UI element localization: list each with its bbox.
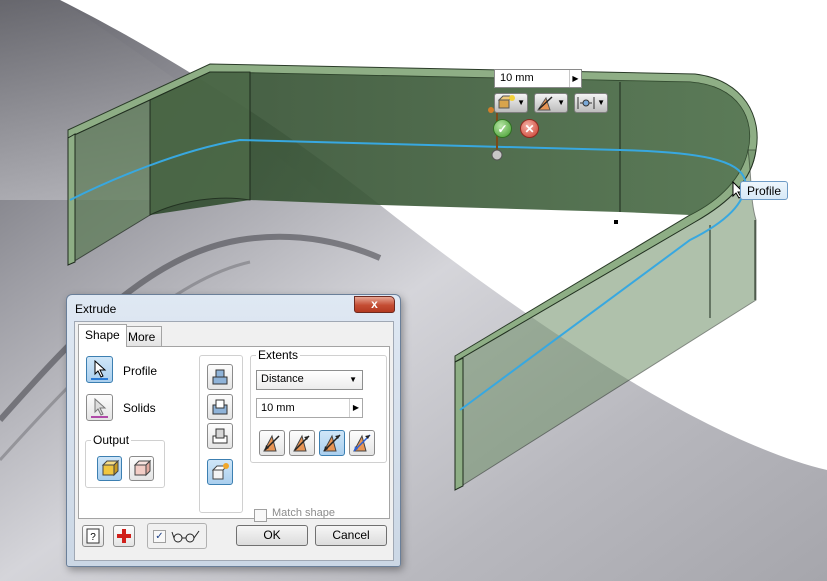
- extents-type-select[interactable]: Distance ▼: [256, 370, 363, 390]
- match-shape-checkbox[interactable]: [254, 509, 267, 522]
- distance-arrow-icon[interactable]: ▶: [349, 399, 362, 417]
- help-button[interactable]: ?: [82, 525, 104, 547]
- dialog-body: Shape More Profile Solids Output Extents…: [74, 321, 394, 561]
- extents-title: Extents: [256, 348, 301, 362]
- svg-text:?: ?: [90, 532, 96, 543]
- preview-checkbox[interactable]: ✓: [153, 530, 166, 543]
- close-button[interactable]: x: [354, 296, 395, 313]
- extents-type-value: Distance: [261, 373, 304, 385]
- distance-input[interactable]: 10 mm ▶: [256, 398, 363, 418]
- distance-mini-input[interactable]: 10 mm ▶: [494, 69, 582, 88]
- new-solid-icon: [497, 95, 515, 109]
- chevron-down-icon: ▼: [517, 98, 525, 107]
- select-arrow-icon: [91, 359, 108, 380]
- output-mini-button[interactable]: ▼: [494, 93, 528, 113]
- chevron-down-icon: ▼: [597, 98, 605, 107]
- chevron-down-icon: ▼: [349, 375, 357, 384]
- direction-mini-button[interactable]: ▼: [534, 93, 568, 113]
- ok-button[interactable]: OK: [236, 525, 308, 546]
- new-solid-icon: [211, 463, 229, 480]
- cut-icon: [212, 399, 228, 415]
- direction-flipped-button[interactable]: [289, 430, 315, 456]
- surface-output-icon: [133, 459, 152, 477]
- preview-glasses-icon: [171, 530, 200, 543]
- cancel-x-icon[interactable]: ✕: [520, 119, 539, 138]
- apply-check-icon[interactable]: ✓: [493, 119, 512, 138]
- direction-icon: [537, 96, 553, 111]
- output-surface-button[interactable]: [129, 456, 154, 481]
- distance-mini-value: 10 mm: [500, 72, 534, 84]
- new-solid-button[interactable]: [207, 459, 233, 485]
- profile-select-button[interactable]: [86, 356, 113, 383]
- tab-more[interactable]: More: [121, 326, 163, 346]
- direction-default-button[interactable]: [259, 430, 285, 456]
- direction-default-icon: [263, 434, 280, 452]
- direction-asymmetric-button[interactable]: [349, 430, 375, 456]
- solid-output-icon: [101, 459, 120, 477]
- shape-panel: Profile Solids Output Extents Distance ▼…: [78, 346, 390, 522]
- profile-label: Profile: [123, 364, 158, 378]
- distance-value: 10 mm: [261, 402, 295, 414]
- solids-select-button[interactable]: [86, 394, 113, 421]
- extents-icon: [577, 97, 595, 109]
- add-button[interactable]: [113, 525, 135, 547]
- direction-flipped-icon: [293, 434, 310, 452]
- cancel-button[interactable]: Cancel: [315, 525, 387, 546]
- help-icon: ?: [86, 528, 100, 544]
- output-solid-button[interactable]: [97, 456, 122, 481]
- select-arrow-icon: [91, 397, 108, 418]
- output-title: Output: [91, 433, 132, 447]
- tab-shape[interactable]: Shape: [78, 324, 127, 347]
- match-shape-label: Match shape: [272, 507, 335, 519]
- intersect-button[interactable]: [207, 423, 233, 449]
- extents-mini-button[interactable]: ▼: [574, 93, 608, 113]
- close-icon: x: [371, 297, 378, 311]
- cut-button[interactable]: [207, 394, 233, 420]
- direction-symmetric-button[interactable]: [319, 430, 345, 456]
- intersect-icon: [212, 428, 228, 444]
- join-icon: [212, 369, 228, 385]
- plus-icon: [117, 529, 131, 543]
- profile-tooltip: Profile: [740, 181, 789, 200]
- dialog-title: Extrude: [75, 302, 117, 316]
- extrude-dialog[interactable]: Extrude x Shape More Profile Solids Outp…: [66, 294, 401, 567]
- mini-input-arrow-icon[interactable]: ▶: [569, 70, 581, 87]
- chevron-down-icon: ▼: [557, 98, 565, 107]
- join-button[interactable]: [207, 364, 233, 390]
- solids-label: Solids: [123, 401, 156, 415]
- direction-asymmetric-icon: [353, 434, 371, 452]
- direction-symmetric-icon: [323, 434, 341, 452]
